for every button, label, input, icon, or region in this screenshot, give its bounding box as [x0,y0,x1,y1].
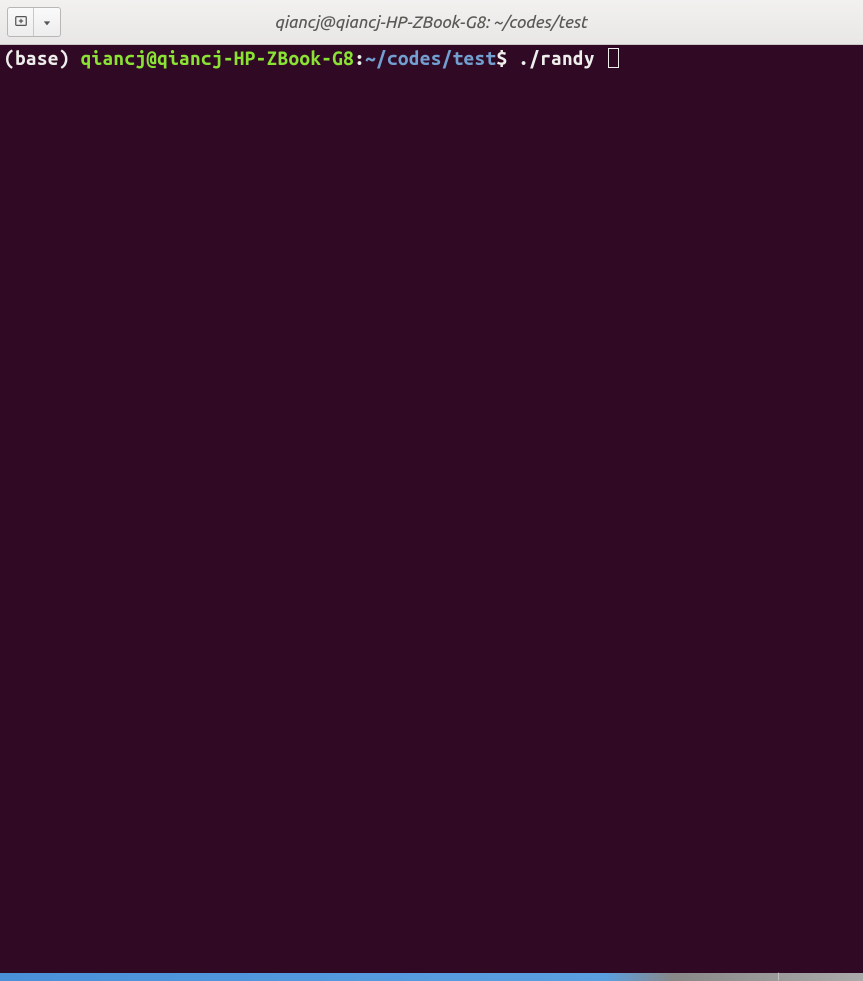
bottom-separator: | [777,973,781,981]
prompt-line: (base) qiancj@qiancj-HP-ZBook-G8:~/codes… [4,47,859,69]
new-tab-icon [14,14,28,31]
prompt-command: ./randy [507,47,605,69]
window-title: qiancj@qiancj-HP-ZBook-G8: ~/codes/test [275,13,587,32]
prompt-path: ~/codes/test [365,47,496,69]
titlebar: qiancj@qiancj-HP-ZBook-G8: ~/codes/test [0,0,863,45]
chevron-down-icon [43,15,51,30]
prompt-env: (base) [4,47,81,69]
prompt-dollar: $ [496,47,507,69]
tab-dropdown-button[interactable] [34,8,60,36]
titlebar-button-group [7,7,61,37]
prompt-colon: : [354,47,365,69]
terminal-area[interactable]: (base) qiancj@qiancj-HP-ZBook-G8:~/codes… [0,45,863,973]
terminal-cursor [608,48,619,68]
new-tab-button[interactable] [8,8,34,36]
prompt-userhost: qiancj@qiancj-HP-ZBook-G8 [81,47,355,69]
bottom-strip: | [0,973,863,981]
